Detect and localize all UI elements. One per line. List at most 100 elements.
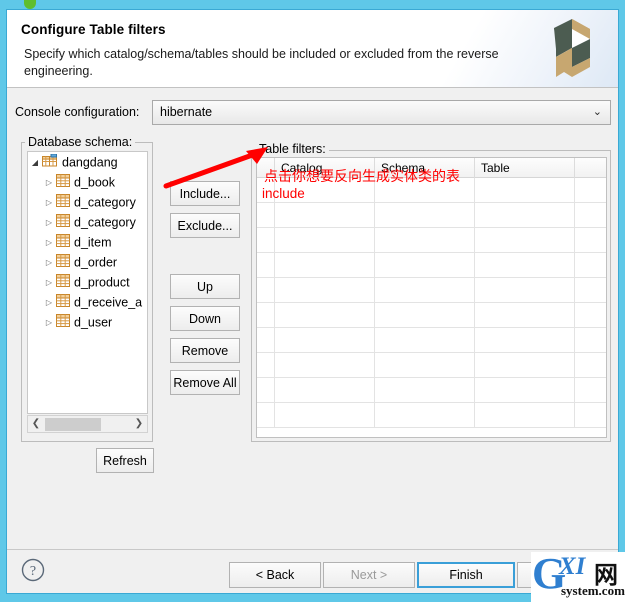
table-row[interactable] — [257, 378, 606, 403]
table-cell[interactable] — [375, 353, 475, 378]
back-button[interactable]: < Back — [229, 562, 321, 588]
table-cell[interactable] — [275, 278, 375, 303]
table-cell[interactable] — [475, 353, 575, 378]
tree-expander-collapse-icon[interactable]: ◢ — [28, 153, 42, 173]
remove-all-button[interactable]: Remove All — [170, 370, 240, 395]
table-cell[interactable] — [257, 328, 275, 353]
tree-expander-expand-icon[interactable]: ▷ — [42, 313, 56, 333]
table-cell[interactable] — [275, 303, 375, 328]
status-indicator-dot — [24, 0, 36, 9]
help-question-icon[interactable]: ? — [21, 558, 45, 582]
tree-item-label: d_receive_a — [74, 295, 143, 310]
scroll-left-arrow-icon[interactable]: ❮ — [29, 417, 43, 431]
tree-expander-expand-icon[interactable]: ▷ — [42, 213, 56, 233]
table-cell[interactable] — [575, 203, 606, 228]
remove-button[interactable]: Remove — [170, 338, 240, 363]
table-cell[interactable] — [275, 328, 375, 353]
table-cell[interactable] — [275, 228, 375, 253]
table-cell[interactable] — [575, 253, 606, 278]
table-cell[interactable] — [375, 403, 475, 428]
table-row[interactable] — [257, 303, 606, 328]
table-cell[interactable] — [375, 253, 475, 278]
table-cell[interactable] — [575, 228, 606, 253]
table-icon — [56, 213, 70, 233]
table-cell[interactable] — [575, 278, 606, 303]
table-cell[interactable] — [475, 378, 575, 403]
tree-item-d_order[interactable]: ▷ d_order — [28, 252, 147, 272]
table-cell[interactable] — [575, 353, 606, 378]
tree-expander-expand-icon[interactable]: ▷ — [42, 173, 56, 193]
table-cell[interactable] — [575, 403, 606, 428]
table-cell[interactable] — [257, 353, 275, 378]
table-cell[interactable] — [375, 378, 475, 403]
table-cell[interactable] — [475, 203, 575, 228]
table-cell[interactable] — [575, 303, 606, 328]
tree-item-d_user[interactable]: ▷ d_user — [28, 312, 147, 332]
table-cell[interactable] — [275, 203, 375, 228]
table-cell[interactable] — [275, 253, 375, 278]
table-cell[interactable] — [257, 303, 275, 328]
table-cell[interactable] — [275, 353, 375, 378]
table-cell[interactable] — [475, 303, 575, 328]
scrollbar-thumb[interactable] — [45, 418, 101, 431]
table-cell[interactable] — [375, 328, 475, 353]
table-cell[interactable] — [475, 403, 575, 428]
table-cell[interactable] — [375, 203, 475, 228]
finish-button[interactable]: Finish — [417, 562, 515, 588]
tree-item-d_category[interactable]: ▷ d_category — [28, 192, 147, 212]
column-header-blank-4[interactable] — [575, 158, 606, 178]
scroll-right-arrow-icon[interactable]: ❯ — [132, 417, 146, 431]
table-cell[interactable] — [257, 228, 275, 253]
tree-item-dangdang[interactable]: ◢ dangdang — [28, 152, 147, 172]
table-row[interactable] — [257, 278, 606, 303]
table-cell[interactable] — [257, 253, 275, 278]
table-row[interactable] — [257, 253, 606, 278]
database-schema-tree[interactable]: ◢ dangdang ▷ d_book ▷ d_category ▷ d_category ▷ d… — [27, 151, 148, 414]
exclude-button[interactable]: Exclude... — [170, 213, 240, 238]
table-filters-body[interactable] — [257, 178, 606, 428]
move-down-button[interactable]: Down — [170, 306, 240, 331]
table-row[interactable] — [257, 328, 606, 353]
table-cell[interactable] — [257, 378, 275, 403]
tree-item-d_product[interactable]: ▷ d_product — [28, 272, 147, 292]
column-header-table[interactable]: Table — [475, 158, 575, 178]
move-up-button[interactable]: Up — [170, 274, 240, 299]
table-cell[interactable] — [275, 403, 375, 428]
screenshot-root: Configure Table filters Specify which ca… — [0, 0, 625, 602]
tree-item-d_receive_a[interactable]: ▷ d_receive_a — [28, 292, 147, 312]
table-cell[interactable] — [475, 278, 575, 303]
table-row[interactable] — [257, 228, 606, 253]
table-row[interactable] — [257, 403, 606, 428]
table-cell[interactable] — [475, 228, 575, 253]
tree-item-d_category[interactable]: ▷ d_category — [28, 212, 147, 232]
database-schema-group: ◢ dangdang ▷ d_book ▷ d_category ▷ d_category ▷ d… — [21, 142, 153, 442]
tree-expander-expand-icon[interactable]: ▷ — [42, 273, 56, 293]
table-cell[interactable] — [575, 328, 606, 353]
table-row[interactable] — [257, 353, 606, 378]
table-cell[interactable] — [375, 303, 475, 328]
table-cell[interactable] — [375, 278, 475, 303]
table-cell[interactable] — [257, 203, 275, 228]
tree-expander-expand-icon[interactable]: ▷ — [42, 293, 56, 313]
tree-item-d_item[interactable]: ▷ d_item — [28, 232, 147, 252]
table-cell[interactable] — [257, 403, 275, 428]
table-filters-group: Catalog Schema Table — [251, 150, 611, 442]
table-cell[interactable] — [475, 253, 575, 278]
table-cell[interactable] — [257, 278, 275, 303]
table-cell[interactable] — [575, 378, 606, 403]
table-cell[interactable] — [275, 378, 375, 403]
refresh-button[interactable]: Refresh — [96, 448, 154, 473]
table-cell[interactable] — [475, 178, 575, 203]
table-row[interactable] — [257, 203, 606, 228]
table-cell[interactable] — [475, 328, 575, 353]
tree-expander-expand-icon[interactable]: ▷ — [42, 233, 56, 253]
table-cell[interactable] — [575, 178, 606, 203]
table-filters-grid[interactable]: Catalog Schema Table — [256, 157, 607, 438]
table-cell[interactable] — [375, 228, 475, 253]
table-icon — [56, 293, 70, 313]
tree-item-d_book[interactable]: ▷ d_book — [28, 172, 147, 192]
console-configuration-dropdown[interactable]: hibernate ⌄ — [152, 100, 611, 125]
tree-expander-expand-icon[interactable]: ▷ — [42, 253, 56, 273]
tree-expander-expand-icon[interactable]: ▷ — [42, 193, 56, 213]
schema-tree-horizontal-scrollbar[interactable]: ❮ ❯ — [27, 415, 148, 433]
